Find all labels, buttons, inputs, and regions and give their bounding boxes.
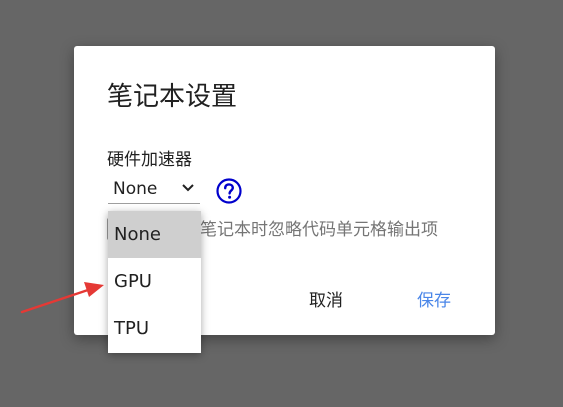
dialog-title: 笔记本设置 <box>107 82 238 112</box>
chevron-down-icon <box>182 184 194 192</box>
omit-output-label: 笔记本时忽略代码单元格输出项 <box>200 220 438 240</box>
selected-accelerator-value: None <box>113 179 158 199</box>
dropdown-option-tpu[interactable]: TPU <box>108 305 201 352</box>
hardware-accelerator-label: 硬件加速器 <box>107 150 192 170</box>
question-circle-icon[interactable] <box>215 177 243 205</box>
save-button[interactable]: 保存 <box>417 290 451 312</box>
cancel-button[interactable]: 取消 <box>309 290 343 312</box>
dropdown-option-label: TPU <box>114 318 150 339</box>
hardware-accelerator-select[interactable]: None <box>108 175 200 204</box>
dropdown-option-label: GPU <box>114 271 152 292</box>
dropdown-option-none[interactable]: None <box>108 211 201 258</box>
dropdown-option-label: None <box>114 224 161 245</box>
accelerator-dropdown-menu: None GPU TPU <box>108 211 201 353</box>
dropdown-option-gpu[interactable]: GPU <box>108 258 201 305</box>
